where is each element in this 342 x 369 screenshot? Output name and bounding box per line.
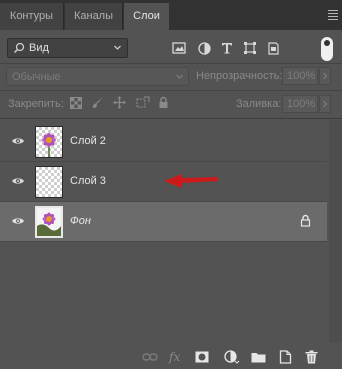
- layer-name[interactable]: Слой 3: [70, 175, 106, 187]
- divider: [0, 63, 342, 64]
- layer-thumbnail: [35, 206, 63, 238]
- lock-position-icon[interactable]: [113, 96, 126, 109]
- eye-icon[interactable]: [11, 216, 25, 226]
- chevron-right-icon: [323, 100, 328, 108]
- svg-text:fx: fx: [168, 350, 180, 364]
- layers-bottom-toolbar: fx: [0, 345, 342, 369]
- divider: [0, 118, 342, 119]
- layer-row[interactable]: Слой 2: [0, 122, 327, 162]
- red-arrow-annotation: [164, 174, 218, 188]
- layer-row-selected[interactable]: Фон: [0, 202, 327, 242]
- prevent-autonest-icon[interactable]: [136, 96, 150, 109]
- adjustment-filter-icon[interactable]: [194, 38, 214, 58]
- layers-list: Слой 2 Слой 3 Фон: [0, 120, 342, 343]
- filter-kind-select[interactable]: Вид: [7, 38, 128, 58]
- layer-thumbnail: [35, 166, 63, 198]
- panel-menu-icon[interactable]: [328, 10, 338, 22]
- tab-layers[interactable]: Слои: [124, 3, 169, 30]
- new-adjustment-icon[interactable]: [224, 349, 240, 365]
- flower-image: [42, 133, 56, 157]
- chevron-down-icon: [114, 45, 121, 50]
- lock-image-pixels-icon[interactable]: [91, 96, 104, 109]
- opacity-dropdown-button[interactable]: [319, 67, 331, 85]
- fill-label: Заливка:: [236, 98, 282, 110]
- fx-icon[interactable]: fx: [168, 349, 184, 365]
- opacity-label: Непрозрачность:: [196, 70, 283, 82]
- new-group-icon[interactable]: [250, 349, 266, 365]
- blend-mode-select[interactable]: Обычные: [6, 67, 189, 86]
- flower-image: [37, 208, 61, 236]
- divider: [0, 90, 342, 91]
- image-filter-icon[interactable]: [169, 38, 189, 58]
- tab-paths[interactable]: Контуры: [0, 3, 64, 30]
- search-icon: [13, 42, 25, 54]
- tab-channels[interactable]: Каналы: [65, 3, 123, 30]
- eye-icon[interactable]: [11, 176, 25, 186]
- layer-thumbnail: [35, 126, 63, 158]
- chevron-down-icon: [176, 74, 183, 79]
- lock-transparent-pixels-icon[interactable]: [70, 97, 82, 109]
- add-mask-icon[interactable]: [194, 349, 210, 365]
- lock-label: Закрепить:: [8, 98, 64, 110]
- layer-name[interactable]: Слой 2: [70, 135, 106, 147]
- lock-all-icon[interactable]: [158, 96, 169, 109]
- delete-icon[interactable]: [303, 349, 319, 365]
- chevron-right-icon: [323, 72, 328, 80]
- layer-name[interactable]: Фон: [70, 215, 91, 227]
- fill-dropdown-button[interactable]: [319, 95, 331, 113]
- smart-object-filter-icon[interactable]: [263, 38, 283, 58]
- fill-input[interactable]: 100%: [282, 95, 318, 113]
- panel-tab-bar: Контуры Каналы Слои: [0, 0, 342, 30]
- layers-scrollbar[interactable]: [329, 120, 342, 343]
- blend-mode-value: Обычные: [12, 71, 61, 83]
- type-filter-icon[interactable]: [217, 38, 237, 58]
- opacity-input[interactable]: 100%: [282, 67, 318, 85]
- new-layer-icon[interactable]: [277, 349, 293, 365]
- shape-filter-icon[interactable]: [240, 38, 260, 58]
- eye-icon[interactable]: [11, 136, 25, 146]
- filter-kind-label: Вид: [29, 42, 49, 54]
- filter-toggle[interactable]: [321, 37, 333, 61]
- lock-icon: [300, 214, 311, 227]
- link-layers-icon[interactable]: [142, 349, 158, 365]
